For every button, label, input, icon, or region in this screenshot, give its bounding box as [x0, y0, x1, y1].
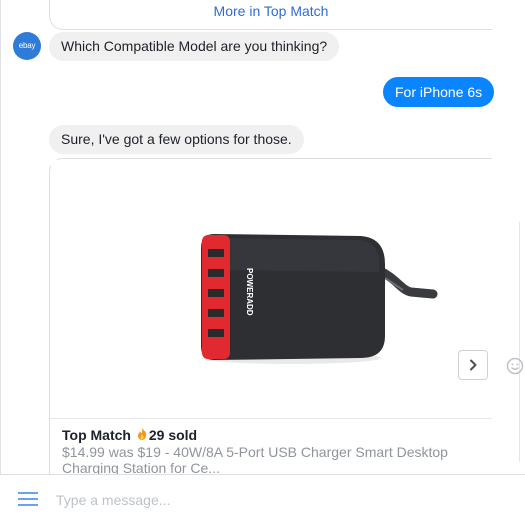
window-left-border — [0, 0, 1, 521]
product-title-text: Top Match — [62, 427, 131, 443]
usb-charger-image: POWERADD — [201, 234, 438, 364]
product-image[interactable]: POWERADD — [51, 160, 491, 418]
card-divider — [50, 418, 492, 419]
previous-card: More in Top Match — [49, 0, 492, 30]
message-composer — [0, 474, 525, 522]
fire-icon — [137, 428, 147, 440]
chevron-right-icon — [470, 359, 477, 371]
user-message-bubble: For iPhone 6s — [383, 77, 495, 107]
emoji-icon[interactable] — [506, 357, 524, 375]
product-description: $14.99 was $19 - 40W/8A 5-Port USB Charg… — [62, 444, 448, 476]
side-panel-edge — [519, 222, 525, 462]
bot-message-bubble: Which Compatible Model are you thinking? — [49, 32, 340, 61]
carousel-next-button[interactable] — [458, 350, 488, 380]
sold-count: 29 sold — [148, 427, 198, 443]
brand-logo: POWERADD — [245, 268, 254, 316]
message-input[interactable] — [54, 486, 498, 514]
product-card[interactable]: POWERADD Top Match 29 sold $14.99 was $1… — [49, 158, 492, 490]
bot-avatar: ebay — [13, 32, 41, 60]
menu-icon[interactable] — [18, 491, 38, 507]
bot-message-bubble: Sure, I've got a few options for those. — [49, 125, 304, 154]
more-in-top-match-link[interactable]: More in Top Match — [50, 3, 492, 19]
product-title[interactable]: Top Match 29 sold — [62, 427, 197, 443]
